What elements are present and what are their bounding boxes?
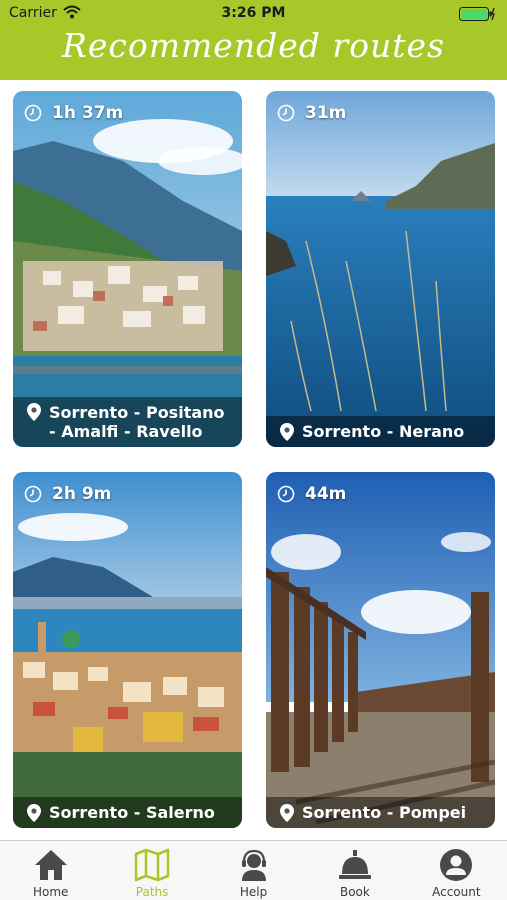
route-card[interactable]: 31m Sorrento - Nerano bbox=[266, 91, 495, 447]
tab-book[interactable]: Book bbox=[304, 841, 405, 900]
route-name: Sorrento - Nerano bbox=[302, 422, 465, 441]
route-label: Sorrento - Positano - Amalfi - Ravello bbox=[13, 397, 242, 447]
page-title: Recommended routes bbox=[62, 26, 445, 65]
tab-account[interactable]: Account bbox=[406, 841, 507, 900]
header-bar: Carrier 3:26 PM Recommended routes bbox=[0, 0, 507, 80]
route-label: Sorrento - Pompei bbox=[266, 797, 495, 828]
route-duration: 1h 37m bbox=[24, 103, 123, 123]
tab-paths[interactable]: Paths bbox=[101, 841, 202, 900]
location-pin-icon bbox=[27, 403, 41, 421]
route-name: Sorrento - Salerno bbox=[49, 803, 215, 822]
route-photo bbox=[266, 472, 495, 828]
tab-bar: Home Paths Help Book Account bbox=[0, 840, 507, 900]
tab-label: Help bbox=[239, 885, 268, 899]
user-icon bbox=[440, 849, 473, 881]
map-icon bbox=[134, 848, 170, 882]
route-card[interactable]: 44m Sorrento - Pompei bbox=[266, 472, 495, 828]
tab-home[interactable]: Home bbox=[0, 841, 101, 900]
route-name-line2: - Amalfi - Ravello bbox=[49, 422, 203, 441]
route-photo bbox=[266, 91, 495, 447]
home-icon bbox=[34, 850, 67, 880]
location-pin-icon bbox=[280, 803, 294, 822]
clock-icon bbox=[277, 104, 295, 122]
location-pin-icon bbox=[27, 803, 41, 822]
route-duration: 2h 9m bbox=[24, 484, 111, 504]
route-duration: 31m bbox=[277, 103, 346, 123]
status-bar: Carrier 3:26 PM bbox=[0, 0, 507, 28]
route-label: Sorrento - Nerano bbox=[266, 416, 495, 447]
route-photo bbox=[13, 472, 242, 828]
tab-label: Paths bbox=[135, 885, 169, 899]
tab-label: Account bbox=[432, 885, 481, 899]
headset-icon bbox=[241, 849, 266, 881]
route-card[interactable]: 2h 9m Sorrento - Salerno bbox=[13, 472, 242, 828]
location-pin-icon bbox=[280, 422, 294, 441]
battery-icon bbox=[459, 7, 495, 21]
route-label: Sorrento - Salerno bbox=[13, 797, 242, 828]
route-card[interactable]: 1h 37m Sorrento - Positano - Amalfi - Rav… bbox=[13, 91, 242, 447]
route-name-line1: Sorrento - Positano bbox=[49, 403, 225, 422]
clock-icon bbox=[277, 485, 295, 503]
clock-icon bbox=[24, 104, 42, 122]
bell-icon bbox=[338, 850, 371, 879]
clock-time: 3:26 PM bbox=[221, 5, 286, 21]
clock-icon bbox=[24, 485, 42, 503]
route-duration: 44m bbox=[277, 484, 346, 504]
route-photo bbox=[13, 91, 242, 447]
route-name: Sorrento - Pompei bbox=[302, 803, 467, 822]
tab-label: Home bbox=[32, 885, 69, 899]
tab-label: Book bbox=[339, 885, 370, 899]
tab-help[interactable]: Help bbox=[203, 841, 304, 900]
